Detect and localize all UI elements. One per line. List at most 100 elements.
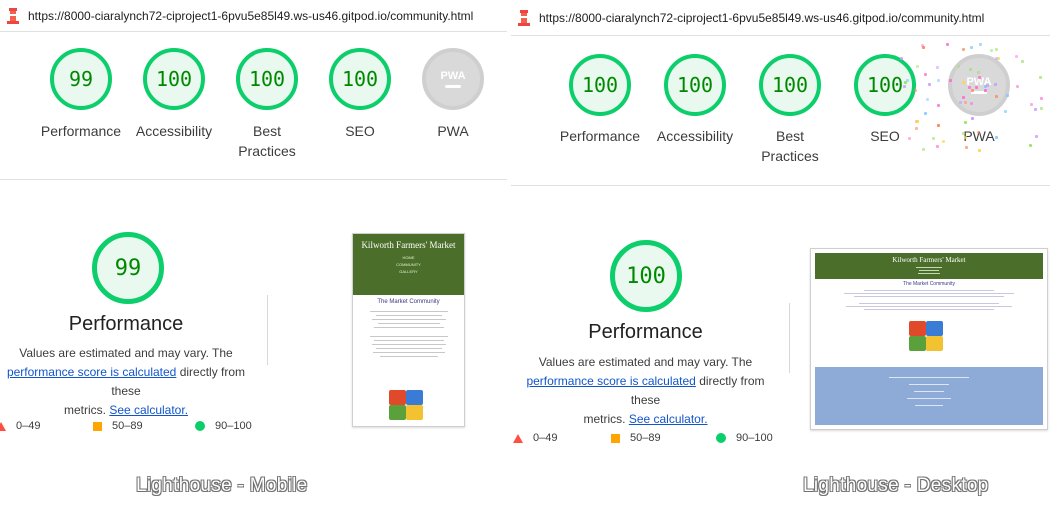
score-ring: 100 <box>143 48 205 110</box>
confetti-piece <box>962 48 966 52</box>
confetti-piece <box>1014 55 1018 59</box>
desktop-report-panel: https://8000-ciaralynch72-ciproject1-6pv… <box>511 0 1050 512</box>
confetti-piece <box>928 83 932 87</box>
puzzle-icon <box>389 390 425 422</box>
gauge-label: Best Practices <box>238 123 296 159</box>
url-text[interactable]: https://8000-ciaralynch72-ciproject1-6pv… <box>28 9 473 23</box>
pwa-badge-icon: PWA <box>422 48 484 110</box>
confetti-piece <box>968 67 972 71</box>
lighthouse-icon <box>517 10 531 26</box>
gauge-seo[interactable]: 100 <box>854 54 916 116</box>
confetti-piece <box>1003 110 1007 114</box>
confetti-piece <box>977 148 981 152</box>
confetti-piece <box>937 78 941 82</box>
legend-label: 50–89 <box>112 420 143 432</box>
thumbnail-nav: HOME COMMUNITY GALLERY <box>353 254 464 275</box>
confetti-piece <box>971 88 975 92</box>
score-calculated-link[interactable]: performance score is calculated <box>526 374 695 388</box>
gauge-accessibility[interactable]: 100 <box>664 54 726 116</box>
thumbnail-footer <box>815 367 1043 425</box>
legend-pass: 90–100 <box>195 420 252 432</box>
confetti-piece <box>1020 59 1024 63</box>
thumbnail-header: Kilworth Farmers' Market HOME COMMUNITY … <box>353 234 464 295</box>
thumbnail-brand: Kilworth Farmers' Market <box>361 240 456 250</box>
gauge-label: Performance <box>559 128 641 144</box>
gauge-best-practices[interactable]: 100 <box>236 48 298 110</box>
nav-item: COMMUNITY <box>396 262 421 267</box>
square-icon <box>611 433 620 443</box>
mobile-screenshot-thumbnail[interactable]: Kilworth Farmers' Market HOME COMMUNITY … <box>352 233 465 427</box>
triangle-icon <box>0 421 6 431</box>
confetti-piece <box>1039 75 1043 79</box>
confetti-piece <box>936 124 940 128</box>
legend-average: 50–89 <box>93 420 143 432</box>
see-calculator-link[interactable]: See calculator. <box>629 412 708 426</box>
url-bar[interactable]: https://8000-ciaralynch72-ciproject1-6pv… <box>511 6 1050 30</box>
confetti-piece <box>970 45 974 49</box>
gauge-label: Best Practices <box>761 128 819 164</box>
pwa-badge-icon: PWA <box>948 54 1010 116</box>
confetti-piece <box>926 98 930 102</box>
legend-label: 90–100 <box>736 432 773 444</box>
score-ring: 100 <box>759 54 821 116</box>
confetti-piece <box>993 83 997 87</box>
confetti-piece <box>989 49 993 53</box>
score-ring: 100 <box>664 54 726 116</box>
confetti-piece <box>916 64 920 68</box>
performance-description: Values are estimated and may vary. The p… <box>511 353 780 429</box>
confetti-piece <box>995 94 999 98</box>
confetti-piece <box>914 88 918 92</box>
thumbnail-brand: Kilworth Farmers' Market <box>892 256 966 264</box>
desc-text: Values are estimated and may vary. The <box>19 346 233 360</box>
triangle-icon <box>513 433 523 443</box>
confetti-piece <box>907 136 911 140</box>
confetti-piece <box>903 80 907 84</box>
divider <box>511 35 1050 36</box>
gauge-pwa[interactable]: PWA <box>422 48 484 110</box>
main-score-ring: 100 <box>610 240 682 312</box>
thumbnail-heading: The Market Community <box>377 299 440 305</box>
confetti-piece <box>970 117 974 121</box>
gauge-performance[interactable]: 99 <box>50 48 112 110</box>
confetti-piece <box>1005 94 1009 98</box>
confetti-piece <box>994 48 998 52</box>
desktop-screenshot-thumbnail[interactable]: Kilworth Farmers' Market The Market Comm… <box>810 248 1048 430</box>
confetti-piece <box>921 148 925 152</box>
confetti-piece <box>958 100 962 104</box>
confetti-piece <box>967 85 971 89</box>
gauge-accessibility[interactable]: 100 <box>143 48 205 110</box>
confetti-piece <box>916 119 920 123</box>
performance-heading: Performance <box>588 321 703 343</box>
thumbnail-header: Kilworth Farmers' Market <box>815 253 1043 279</box>
performance-heading: Performance <box>68 313 184 335</box>
score-ring: 100 <box>236 48 298 110</box>
confetti-piece <box>961 132 965 136</box>
separator <box>789 303 790 373</box>
confetti-piece <box>1029 144 1033 148</box>
legend-label: 0–49 <box>16 420 41 432</box>
see-calculator-link[interactable]: See calculator. <box>109 403 188 417</box>
gauge-pwa[interactable]: PWA <box>948 54 1010 116</box>
confetti-piece <box>1039 96 1043 100</box>
thumbnail-heading: The Market Community <box>903 281 955 287</box>
confetti-piece <box>923 73 927 77</box>
nav-item: HOME <box>402 255 415 260</box>
confetti-piece <box>956 64 960 68</box>
gauge-performance[interactable]: 100 <box>569 54 631 116</box>
gauge-label: Accessibility <box>656 128 734 144</box>
score-ring: 100 <box>854 54 916 116</box>
confetti-piece <box>995 135 999 139</box>
lighthouse-icon <box>6 8 20 24</box>
score-calculated-link[interactable]: performance score is calculated <box>7 365 176 379</box>
gauge-seo[interactable]: 100 <box>329 48 391 110</box>
score-ring: 100 <box>569 54 631 116</box>
confetti-piece <box>914 127 918 131</box>
legend-fail: 0–49 <box>0 420 40 432</box>
gauge-best-practices[interactable]: 100 <box>759 54 821 116</box>
url-text[interactable]: https://8000-ciaralynch72-ciproject1-6pv… <box>539 11 984 25</box>
confetti-piece <box>937 104 941 108</box>
confetti-piece <box>931 137 935 141</box>
divider <box>511 185 1050 186</box>
url-bar[interactable]: https://8000-ciaralynch72-ciproject1-6pv… <box>0 4 507 28</box>
legend-fail: 0–49 <box>513 432 557 444</box>
